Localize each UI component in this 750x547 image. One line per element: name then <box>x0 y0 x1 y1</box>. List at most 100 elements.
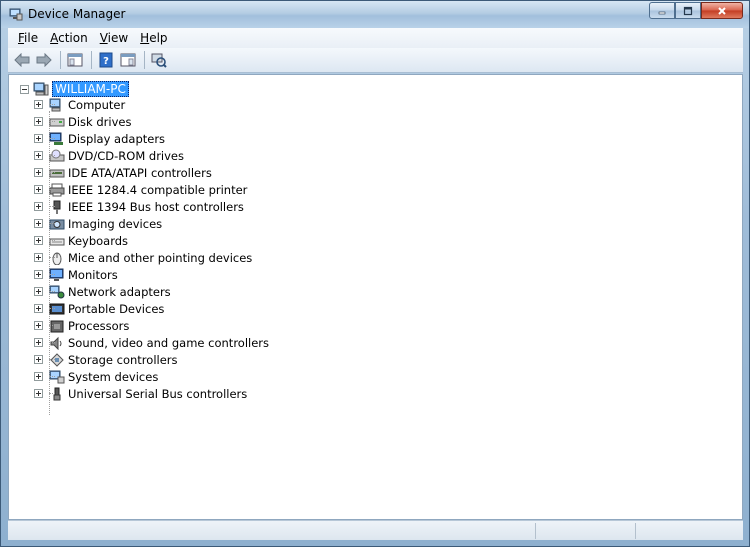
tree-item-label[interactable]: Universal Serial Bus controllers <box>68 387 247 401</box>
tree-item-label[interactable]: DVD/CD-ROM drives <box>68 149 184 163</box>
tree-item-label[interactable]: Disk drives <box>68 115 131 129</box>
expand-toggle[interactable] <box>34 338 43 347</box>
menu-file[interactable]: File <box>12 31 44 45</box>
tree-connector <box>49 308 55 309</box>
tree-item-label[interactable]: Keyboards <box>68 234 128 248</box>
maximize-button[interactable] <box>675 2 701 19</box>
tree-item[interactable]: Monitors <box>34 266 269 283</box>
expand-toggle[interactable] <box>34 270 43 279</box>
menu-view[interactable]: View <box>94 31 134 45</box>
toolbar: ? <box>8 48 743 73</box>
tree-item[interactable]: Keyboards <box>34 232 269 249</box>
title-bar[interactable]: Device Manager <box>1 1 749 28</box>
tree-connector <box>49 325 55 326</box>
menu-action[interactable]: Action <box>44 31 94 45</box>
tree-item-label[interactable]: Network adapters <box>68 285 171 299</box>
expand-toggle[interactable] <box>34 168 43 177</box>
minimize-button[interactable] <box>649 2 675 19</box>
tree-item[interactable]: Computer <box>34 96 269 113</box>
menu-view-accel: V <box>99 31 108 45</box>
menu-help-accel: H <box>140 31 150 45</box>
tree-connector <box>49 189 55 190</box>
tree-item-label[interactable]: IEEE 1394 Bus host controllers <box>68 200 244 214</box>
status-panel <box>635 523 742 539</box>
tree-connector <box>49 359 55 360</box>
tree-item-label[interactable]: IEEE 1284.4 compatible printer <box>68 183 247 197</box>
tree-item[interactable]: Universal Serial Bus controllers <box>34 385 269 402</box>
expand-toggle[interactable] <box>34 287 43 296</box>
tree-item[interactable]: Network adapters <box>34 283 269 300</box>
tree-item-label[interactable]: Computer <box>68 98 125 112</box>
status-panel <box>535 523 635 539</box>
properties-button[interactable] <box>118 50 138 70</box>
tree-item-label[interactable]: Mice and other pointing devices <box>68 251 252 265</box>
help-button[interactable]: ? <box>96 50 116 70</box>
device-category-list: Computer Disk drives Display adapters DVD/C… <box>34 96 269 415</box>
device-tree-pane[interactable]: WILLIAM-PC Computer Disk drives Display ad… <box>8 74 743 520</box>
tree-connector <box>49 172 55 173</box>
tree-item-label[interactable]: System devices <box>68 370 158 384</box>
menu-help-rest: elp <box>149 31 168 45</box>
show-hide-console-tree-button[interactable] <box>65 50 85 70</box>
collapse-toggle[interactable] <box>20 84 29 94</box>
scan-hardware-icon <box>151 53 167 68</box>
expand-toggle[interactable] <box>34 236 43 245</box>
tree-connector <box>49 257 55 258</box>
tree-item-label[interactable]: Portable Devices <box>68 302 164 316</box>
tree-item[interactable]: System devices <box>34 368 269 385</box>
tree-connector <box>49 291 55 292</box>
svg-text:?: ? <box>103 56 109 67</box>
tree-item-label[interactable]: Processors <box>68 319 129 333</box>
forward-button[interactable] <box>34 50 54 70</box>
expand-toggle[interactable] <box>34 134 43 143</box>
expand-toggle[interactable] <box>34 151 43 160</box>
expand-toggle[interactable] <box>34 253 43 262</box>
forward-arrow-icon <box>36 53 52 67</box>
tree-item[interactable]: IDE ATA/ATAPI controllers <box>34 164 269 181</box>
close-button[interactable] <box>701 2 743 19</box>
back-button[interactable] <box>12 50 32 70</box>
tree-item-label[interactable]: IDE ATA/ATAPI controllers <box>68 166 212 180</box>
tree-item[interactable]: Storage controllers <box>34 351 269 368</box>
expand-toggle[interactable] <box>34 321 43 330</box>
tree-item-label[interactable]: Imaging devices <box>68 217 162 231</box>
expand-toggle[interactable] <box>34 355 43 364</box>
expand-toggle[interactable] <box>34 185 43 194</box>
expand-toggle[interactable] <box>34 202 43 211</box>
expand-toggle[interactable] <box>34 389 43 398</box>
tree-item-label[interactable]: Storage controllers <box>68 353 178 367</box>
tree-item[interactable]: IEEE 1394 Bus host controllers <box>34 198 269 215</box>
tree-root-label[interactable]: WILLIAM-PC <box>52 81 129 97</box>
device-manager-icon <box>9 8 23 21</box>
console-tree-icon <box>67 53 83 67</box>
expand-toggle[interactable] <box>34 304 43 313</box>
computer-icon <box>33 82 49 96</box>
tree-item-label[interactable]: Display adapters <box>68 132 165 146</box>
tree-connector <box>49 274 55 275</box>
close-icon <box>718 6 726 15</box>
tree-root-node[interactable]: WILLIAM-PC <box>20 81 129 97</box>
tree-item[interactable]: Disk drives <box>34 113 269 130</box>
menu-file-rest: ile <box>24 31 39 45</box>
tree-item[interactable]: Display adapters <box>34 130 269 147</box>
tree-item[interactable]: Imaging devices <box>34 215 269 232</box>
tree-item-label[interactable]: Sound, video and game controllers <box>68 336 269 350</box>
tree-item[interactable]: Processors <box>34 317 269 334</box>
menu-view-rest: iew <box>107 31 129 45</box>
tree-item-label[interactable]: Monitors <box>68 268 118 282</box>
tree-item[interactable]: DVD/CD-ROM drives <box>34 147 269 164</box>
tree-item[interactable]: IEEE 1284.4 compatible printer <box>34 181 269 198</box>
expand-toggle[interactable] <box>34 100 43 109</box>
tree-item[interactable]: Mice and other pointing devices <box>34 249 269 266</box>
tree-item[interactable]: Portable Devices <box>34 300 269 317</box>
scan-hardware-button[interactable] <box>149 50 169 70</box>
tree-item[interactable]: Sound, video and game controllers <box>34 334 269 351</box>
tree-connector <box>49 223 55 224</box>
tree-connector <box>49 376 55 377</box>
menu-action-rest: ction <box>58 31 88 45</box>
expand-toggle[interactable] <box>34 219 43 228</box>
expand-toggle[interactable] <box>34 372 43 381</box>
properties-icon <box>120 53 136 67</box>
menu-help[interactable]: Help <box>134 31 173 45</box>
expand-toggle[interactable] <box>34 117 43 126</box>
